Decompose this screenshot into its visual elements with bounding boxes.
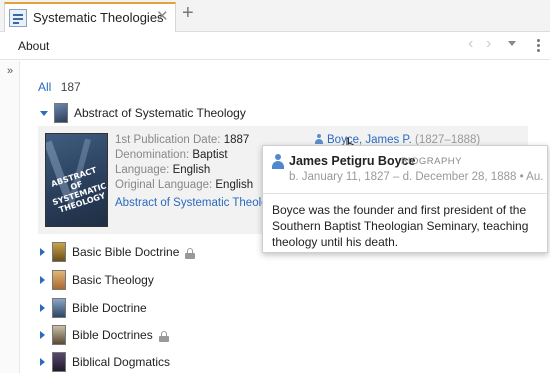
expand-triangle-icon[interactable] [40,276,45,284]
lock-icon [158,330,169,342]
denomination-row: Denomination: Baptist [115,149,228,161]
expand-triangle-icon[interactable] [40,248,45,256]
field-label: 1st Publication Date: [115,134,221,146]
popup-header: James Petigru Boyce BIOGRAPHY b. January… [263,146,547,194]
field-value: Baptist [192,149,228,161]
tree-node-label[interactable]: Bible Doctrines [72,328,153,342]
book-thumbnail [52,298,66,318]
tree-node-label[interactable]: Bible Doctrine [72,301,147,315]
expand-triangle-icon[interactable] [40,304,45,312]
tree-node-label[interactable]: Biblical Dogmatics [72,355,170,369]
expand-triangle-icon[interactable] [40,331,45,339]
book-thumbnail [54,103,68,123]
book-thumbnail [52,270,66,290]
field-label: Original Language: [115,179,213,191]
resource-link[interactable]: Abstract of Systematic Theology [115,197,280,209]
book-thumbnail [52,325,66,345]
book-cover[interactable]: ABSTRACT OF SYSTEMATIC THEOLOGY [45,133,108,227]
popup-body: Boyce was the founder and first presiden… [272,203,529,249]
expand-triangle-icon[interactable] [40,358,45,366]
tree-node[interactable]: Bible Doctrines [40,324,169,346]
popup-dates: b. January 11, 1827 – d. December 28, 18… [289,171,544,183]
popup-title[interactable]: James Petigru Boyce [289,154,415,168]
biography-popup: James Petigru Boyce BIOGRAPHY b. January… [262,145,548,253]
person-icon [315,134,323,144]
close-icon[interactable]: ✕ [156,9,169,24]
book-thumbnail [52,242,66,262]
original-language-row: Original Language: English [115,179,253,191]
field-value: 1887 [223,134,250,146]
book-thumbnail [52,352,66,372]
tab-bar: Systematic Theologies ✕ + [0,0,550,32]
field-label: Denomination: [115,149,190,161]
popup-type-badge: BIOGRAPHY [401,156,462,167]
tab-systematic-theologies[interactable]: Systematic Theologies ✕ [4,2,176,32]
forward-arrow-icon[interactable]: › [486,36,491,52]
tree-node-label[interactable]: Basic Theology [72,273,154,287]
tree-node[interactable]: Basic Bible Doctrine [40,241,196,263]
tree-node-label[interactable]: Basic Bible Doctrine [72,245,179,259]
all-filter: All 187 [38,80,81,94]
tree-node[interactable]: Biblical Dogmatics [40,351,170,373]
panel-toolbar: About ‹ › [0,32,550,60]
history-dropdown-icon[interactable] [508,41,516,46]
back-arrow-icon[interactable]: ‹ [468,36,473,52]
more-menu-icon[interactable] [537,39,540,54]
first-publication-row: 1st Publication Date: 1887 [115,134,249,146]
field-label: Language: [115,164,170,176]
all-count: 187 [60,80,81,94]
about-button[interactable]: About [18,39,49,53]
add-tab-button[interactable]: + [182,3,194,23]
collapse-triangle-icon[interactable] [40,110,48,116]
language-row: Language: English [115,164,210,176]
tree-node-label[interactable]: Abstract of Systematic Theology [74,106,246,120]
tree-node[interactable]: Basic Theology [40,269,154,291]
person-icon [272,154,284,170]
book-list-icon [9,9,27,27]
tree-node[interactable]: Bible Doctrine [40,297,147,319]
field-value: English [215,179,254,191]
expand-panel-icon[interactable]: » [7,65,13,77]
tree-node-expanded[interactable]: Abstract of Systematic Theology [40,102,246,124]
tab-title: Systematic Theologies [33,10,164,25]
lock-icon [185,247,196,259]
side-rail: » [0,61,20,373]
field-value: English [172,164,211,176]
all-link[interactable]: All [38,80,51,94]
